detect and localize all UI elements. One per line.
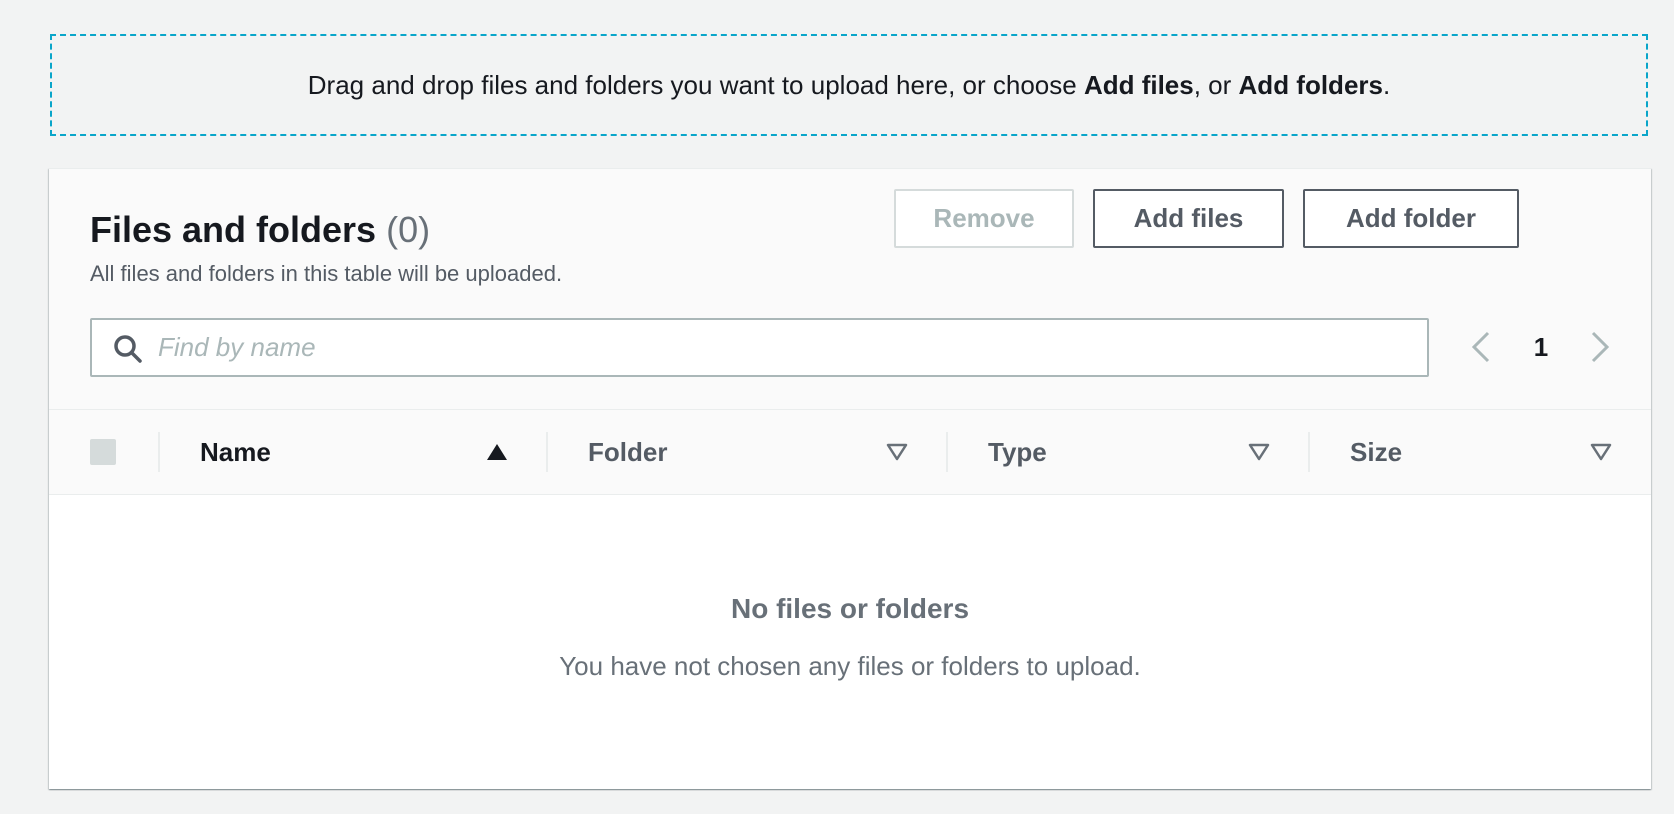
add-files-button[interactable]: Add files [1093, 189, 1284, 248]
column-header-type[interactable]: Type [988, 435, 1047, 469]
dropzone-add-files-text: Add files [1083, 69, 1194, 100]
column-divider [1308, 432, 1310, 472]
column-divider [946, 432, 948, 472]
next-page-button[interactable] [1582, 327, 1618, 367]
current-page-number[interactable]: 1 [1521, 329, 1561, 365]
column-header-name[interactable]: Name [200, 435, 271, 469]
previous-page-button[interactable] [1463, 327, 1499, 367]
sort-ascending-icon[interactable] [486, 442, 508, 462]
search-input[interactable] [158, 320, 1408, 375]
dropzone-text: Drag and drop files and folders you want… [307, 69, 1391, 100]
panel-description: All files and folders in this table will… [90, 261, 563, 286]
upload-dropzone[interactable]: Drag and drop files and folders you want… [50, 34, 1648, 136]
item-count: (0) [386, 209, 431, 250]
sort-caret-icon[interactable] [886, 442, 908, 462]
column-header-folder[interactable]: Folder [588, 435, 667, 469]
empty-state-title: No files or folders [730, 593, 970, 624]
panel-title-text: Files and folders [90, 209, 377, 250]
select-all-checkbox[interactable] [90, 439, 116, 465]
column-header-size[interactable]: Size [1350, 435, 1402, 469]
panel-header: Files and folders (0) All files and fold… [49, 169, 1651, 410]
empty-state-description: You have not chosen any files or folders… [559, 651, 1141, 681]
files-and-folders-panel: Files and folders (0) All files and fold… [49, 168, 1651, 789]
search-icon [114, 335, 142, 363]
sort-caret-icon[interactable] [1248, 442, 1270, 462]
sort-caret-icon[interactable] [1590, 442, 1612, 462]
add-folder-button[interactable]: Add folder [1303, 189, 1519, 248]
chevron-right-icon [1591, 331, 1610, 363]
search-field[interactable] [90, 318, 1429, 377]
remove-button[interactable]: Remove [894, 189, 1074, 248]
panel-title: Files and folders (0) [90, 209, 430, 251]
dropzone-add-folders-text: Add folders [1238, 69, 1383, 100]
table-header: Name Folder Type Size [49, 410, 1651, 495]
column-divider [158, 432, 160, 472]
column-divider [546, 432, 548, 472]
chevron-left-icon [1471, 331, 1490, 363]
